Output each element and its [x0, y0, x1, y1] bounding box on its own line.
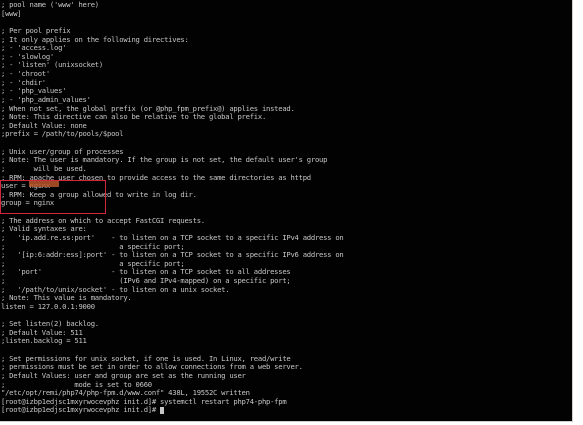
shell-prompt: [root@izbp1edjsc1mxyrwocevphz init.d]#: [1, 405, 161, 415]
terminal-line: ; - 'access.log': [1, 43, 67, 53]
terminal-line: ; Set listen(2) backlog.: [1, 319, 99, 329]
terminal-line: listen = 127.0.0.1:9000: [1, 301, 95, 311]
terminal-window[interactable]: ; pool name ('www' here) [www] ; Per poo…: [0, 0, 573, 422]
terminal-line: ; - 'listen' (unixsocket): [1, 60, 103, 70]
terminal-line: ; Note: This directive can also be relat…: [1, 112, 267, 122]
terminal-line: ;listen.backlog = 511: [1, 336, 87, 346]
terminal-line: ; It only applies on the following direc…: [1, 34, 189, 44]
highlight-box: [0, 180, 106, 214]
shell-prompt-line[interactable]: [root@izbp1edjsc1mxyrwocevphz init.d]#: [1, 406, 572, 415]
terminal-line: ; - 'chdir': [1, 77, 46, 87]
terminal-line: ;prefix = /path/to/pools/$pool: [1, 129, 124, 139]
terminal-line: [www]: [1, 8, 22, 18]
terminal-line: ; - 'chroot': [1, 69, 50, 78]
terminal-line: ; The address on which to accept FastCGI…: [1, 215, 205, 225]
text-cursor: [160, 406, 165, 414]
terminal-line: ; pool name ('www' here): [1, 0, 99, 9]
terminal-line: ; Default Value: 511: [1, 327, 83, 337]
terminal-line: ; Note: The user is mandatory. If the gr…: [1, 155, 328, 165]
